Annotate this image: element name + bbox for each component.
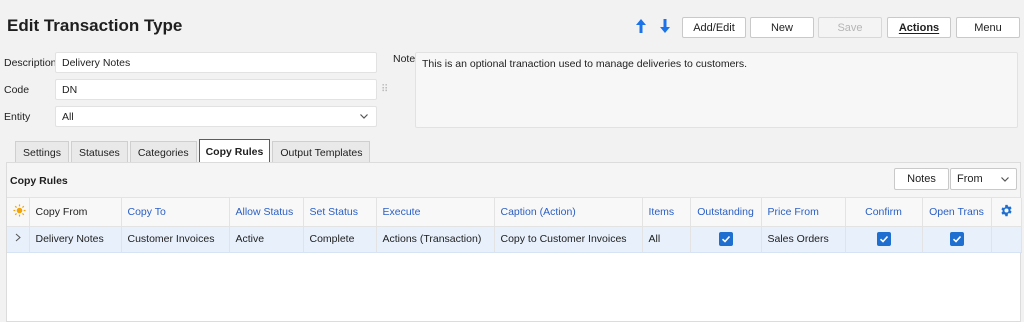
arrow-down-icon	[660, 19, 670, 33]
notes-button[interactable]: Notes	[894, 168, 949, 190]
note-value: This is an optional tranaction used to m…	[422, 58, 748, 70]
entity-label: Entity	[4, 111, 31, 123]
column-header-copy-from[interactable]: Copy From	[29, 198, 122, 227]
note-textarea[interactable]: This is an optional tranaction used to m…	[415, 52, 1018, 128]
arrow-up-icon	[636, 19, 646, 33]
table-row[interactable]: Delivery Notes Customer Invoices Active …	[7, 226, 1022, 253]
move-down-button[interactable]	[657, 16, 673, 36]
cell-allow-status: Active	[229, 226, 304, 253]
sun-icon-header[interactable]	[7, 198, 30, 227]
new-button[interactable]: New	[750, 17, 814, 38]
tab-copy-rules[interactable]: Copy Rules	[198, 139, 271, 164]
column-header-price-from[interactable]: Price From	[761, 198, 846, 227]
code-field[interactable]: DN	[55, 79, 377, 100]
caret-right-icon	[15, 233, 21, 242]
panel-header: Copy Rules Notes From	[7, 163, 1020, 198]
cell-outstanding	[690, 226, 762, 253]
checkmark-icon	[879, 235, 888, 243]
tab-statuses[interactable]: Statuses	[70, 141, 128, 163]
cell-set-status: Complete	[303, 226, 377, 253]
copy-rules-panel: Copy Rules Notes From Copy From Copy To …	[6, 162, 1022, 322]
cell-copy-from: Delivery Notes	[29, 226, 122, 253]
entity-select[interactable]: All	[55, 106, 377, 127]
code-label: Code	[4, 84, 30, 96]
from-select[interactable]: From	[950, 168, 1017, 190]
outstanding-checkbox[interactable]	[718, 232, 733, 246]
column-header-execute[interactable]: Execute	[376, 198, 495, 227]
cell-empty	[991, 226, 1022, 253]
save-button[interactable]: Save	[818, 17, 882, 38]
menu-button[interactable]: Menu	[956, 17, 1020, 38]
tab-bar: Settings Statuses Categories Copy Rules …	[15, 139, 372, 164]
column-header-allow-status[interactable]: Allow Status	[229, 198, 304, 227]
from-select-value: From	[957, 173, 983, 185]
resize-grip-icon[interactable]: ⠿	[381, 84, 388, 95]
tab-output-templates[interactable]: Output Templates	[272, 141, 371, 163]
column-header-copy-to[interactable]: Copy To	[121, 198, 230, 227]
cell-copy-to: Customer Invoices	[121, 226, 230, 253]
gear-icon-header[interactable]	[991, 198, 1022, 227]
column-header-outstanding[interactable]: Outstanding	[690, 198, 762, 227]
move-up-button[interactable]	[633, 16, 649, 36]
copy-rules-table: Copy From Copy To Allow Status Set Statu…	[7, 198, 1022, 253]
cell-price-from: Sales Orders	[761, 226, 846, 253]
sun-icon	[13, 204, 26, 217]
description-field[interactable]: Delivery Notes	[55, 52, 377, 73]
cell-caption: Copy to Customer Invoices	[494, 226, 643, 253]
description-value: Delivery Notes	[62, 56, 131, 69]
chevron-down-icon	[1001, 177, 1009, 182]
chevron-down-icon	[360, 114, 368, 119]
page-title: Edit Transaction Type	[7, 16, 183, 35]
actions-button[interactable]: Actions	[887, 17, 951, 38]
column-header-items[interactable]: Items	[642, 198, 691, 227]
cell-open-trans	[922, 226, 992, 253]
code-value: DN	[62, 83, 78, 96]
checkmark-icon	[952, 235, 961, 243]
description-label: Description	[4, 57, 57, 69]
table-header-row: Copy From Copy To Allow Status Set Statu…	[7, 198, 1022, 227]
column-header-confirm[interactable]: Confirm	[845, 198, 923, 227]
note-label: Note	[393, 53, 416, 65]
column-header-set-status[interactable]: Set Status	[303, 198, 377, 227]
tab-categories[interactable]: Categories	[129, 141, 197, 163]
entity-value: All	[62, 110, 74, 123]
gear-icon	[1000, 204, 1012, 216]
tab-settings[interactable]: Settings	[15, 141, 69, 163]
column-header-open-trans[interactable]: Open Trans	[922, 198, 992, 227]
cell-execute: Actions (Transaction)	[376, 226, 495, 253]
add-edit-button[interactable]: Add/Edit	[682, 17, 746, 38]
confirm-checkbox[interactable]	[876, 232, 891, 246]
column-header-caption[interactable]: Caption (Action)	[494, 198, 643, 227]
open-trans-checkbox[interactable]	[949, 232, 964, 246]
cell-items: All	[642, 226, 691, 253]
cell-confirm	[845, 226, 923, 253]
checkmark-icon	[721, 235, 730, 243]
expand-row-button[interactable]	[7, 226, 30, 253]
panel-title: Copy Rules	[10, 175, 68, 187]
